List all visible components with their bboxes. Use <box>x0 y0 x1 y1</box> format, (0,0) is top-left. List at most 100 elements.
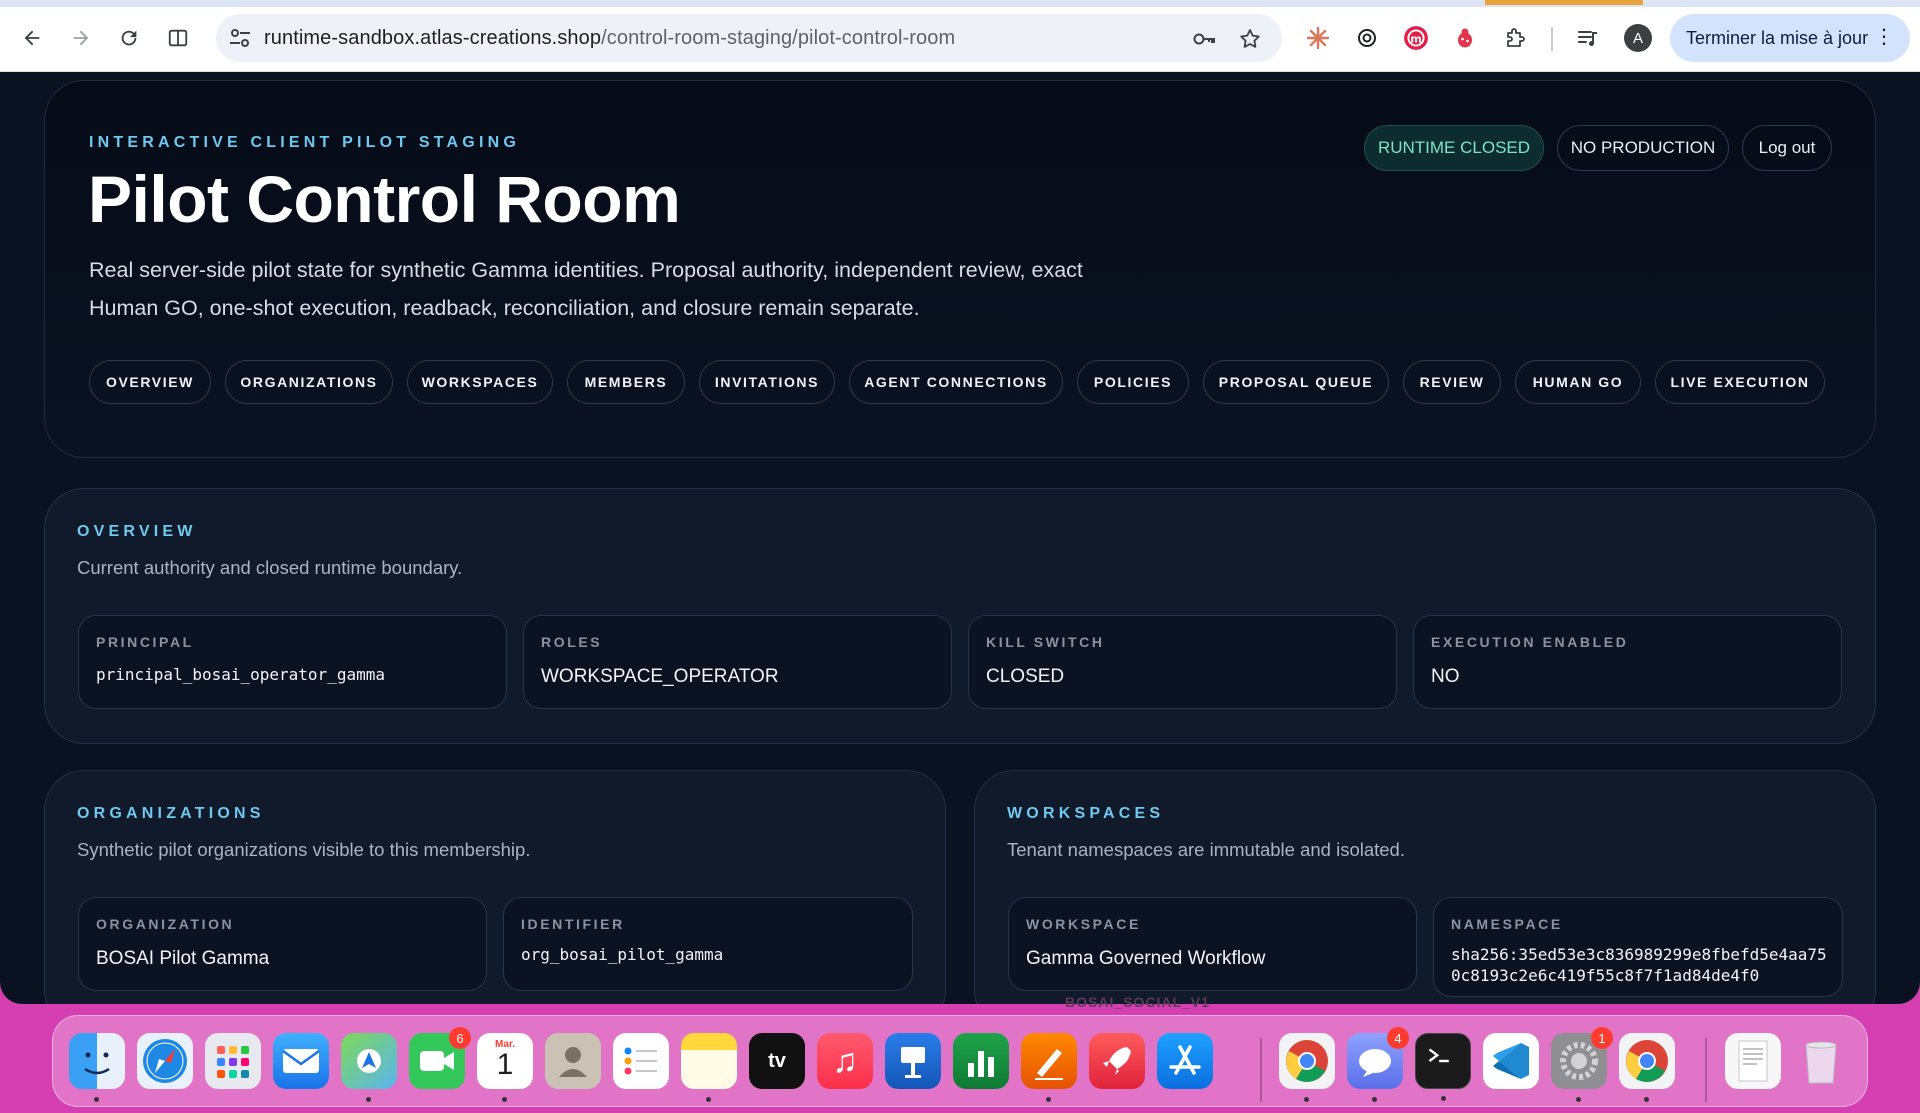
tab-organizations[interactable]: ORGANIZATIONS <box>225 360 393 404</box>
card-label: NAMESPACE <box>1451 916 1563 932</box>
tab-overview[interactable]: OVERVIEW <box>89 360 211 404</box>
runtime-status-badge: RUNTIME CLOSED <box>1364 125 1544 171</box>
chrome-icon[interactable] <box>1279 1033 1335 1102</box>
calendar-day: 1 <box>496 1047 514 1081</box>
media-queue-icon[interactable] <box>1574 24 1602 52</box>
tab-invitations[interactable]: INVITATIONS <box>699 360 835 404</box>
profile-avatar[interactable]: A <box>1624 24 1652 52</box>
url-text: runtime-sandbox.atlas-creations.shop/con… <box>264 27 955 50</box>
organizations-title: ORGANIZATIONS <box>77 805 265 822</box>
tab-policies[interactable]: POLICIES <box>1077 360 1189 404</box>
openai-extension-icon[interactable] <box>1353 24 1381 52</box>
card-label: EXECUTION ENABLED <box>1431 634 1629 650</box>
tab-live-execution[interactable]: LIVE EXECUTION <box>1655 360 1825 404</box>
roles-card: ROLES WORKSPACE_OPERATOR <box>523 615 952 709</box>
url-host: runtime-sandbox.atlas-creations.shop <box>264 27 602 49</box>
numbers-icon[interactable] <box>953 1033 1009 1089</box>
more-menu-icon[interactable]: ⋮ <box>1874 27 1894 47</box>
card-value: sha256:35ed53e3c836989299e8fbefd5e4aa750… <box>1451 945 1827 985</box>
pages-icon[interactable] <box>1021 1033 1077 1102</box>
page-title: Pilot Control Room <box>88 162 681 236</box>
trash-icon[interactable] <box>1793 1033 1849 1089</box>
app-store-icon[interactable] <box>1157 1033 1213 1089</box>
document-icon[interactable] <box>1725 1033 1781 1089</box>
workspaces-title: WORKSPACES <box>1007 805 1165 822</box>
reminders-icon[interactable] <box>613 1033 669 1089</box>
active-tab-indicator <box>1485 0 1643 5</box>
running-indicator <box>1372 1097 1377 1102</box>
card-value: BOSAI Pilot Gamma <box>96 948 270 969</box>
terminal-icon[interactable] <box>1415 1033 1471 1101</box>
production-status-badge: NO PRODUCTION <box>1557 125 1729 171</box>
extensions-puzzle-icon[interactable] <box>1501 24 1529 52</box>
running-indicator <box>366 1097 371 1102</box>
organizations-panel: ORGANIZATIONS Synthetic pilot organizati… <box>44 770 946 1004</box>
rocket-app-icon[interactable] <box>1089 1033 1145 1089</box>
section-tabs: OVERVIEW ORGANIZATIONS WORKSPACES MEMBER… <box>89 360 1839 406</box>
finish-update-button[interactable]: Terminer la mise à jour ⋮ <box>1670 14 1910 62</box>
macos-dock: 6 Mar. 1 tv ♫ 4 1 <box>52 1015 1868 1107</box>
organization-card: ORGANIZATION BOSAI Pilot Gamma <box>78 897 487 991</box>
hero-header: INTERACTIVE CLIENT PILOT STAGING Pilot C… <box>44 80 1876 458</box>
notification-badge: 1 <box>1591 1027 1613 1049</box>
running-indicator <box>1644 1097 1649 1102</box>
namespace-card: NAMESPACE sha256:35ed53e3c836989299e8fbe… <box>1433 897 1843 997</box>
kill-switch-card: KILL SWITCH CLOSED <box>968 615 1397 709</box>
page-content: INTERACTIVE CLIENT PILOT STAGING Pilot C… <box>0 72 1920 1004</box>
vscode-icon[interactable] <box>1483 1033 1539 1089</box>
reload-icon[interactable] <box>113 22 145 54</box>
mail-icon[interactable] <box>273 1033 329 1089</box>
logout-button[interactable]: Log out <box>1742 125 1832 171</box>
back-icon[interactable] <box>16 22 48 54</box>
workspaces-panel: WORKSPACES Tenant namespaces are immutab… <box>974 770 1876 1004</box>
tab-agent-connections[interactable]: AGENT CONNECTIONS <box>849 360 1063 404</box>
card-label: PRINCIPAL <box>96 634 194 650</box>
chat-app-icon[interactable]: 4 <box>1347 1027 1409 1102</box>
tab-review[interactable]: REVIEW <box>1403 360 1501 404</box>
music-icon[interactable]: ♫ <box>817 1033 873 1089</box>
chrome-profile-icon[interactable] <box>1619 1033 1675 1102</box>
site-settings-icon[interactable] <box>228 27 252 49</box>
safari-icon[interactable] <box>137 1033 193 1089</box>
system-settings-icon[interactable]: 1 <box>1551 1027 1613 1102</box>
notes-icon[interactable] <box>681 1033 737 1102</box>
address-bar[interactable]: runtime-sandbox.atlas-creations.shop/con… <box>216 14 1282 62</box>
running-indicator <box>706 1097 711 1102</box>
launchpad-icon[interactable] <box>205 1033 261 1089</box>
card-label: ROLES <box>541 634 603 650</box>
notification-badge: 6 <box>449 1027 471 1049</box>
tab-workspaces[interactable]: WORKSPACES <box>407 360 553 404</box>
toolbar-divider <box>1551 27 1553 51</box>
card-label: ORGANIZATION <box>96 916 235 932</box>
forward-icon[interactable] <box>65 22 97 54</box>
running-indicator <box>1046 1097 1051 1102</box>
background-window-text: BOSAI_SOCIAL_V1 <box>1065 994 1210 1010</box>
card-value: NO <box>1431 666 1460 687</box>
execution-enabled-card: EXECUTION ENABLED NO <box>1413 615 1842 709</box>
overview-panel: OVERVIEW Current authority and closed ru… <box>44 488 1876 744</box>
tab-human-go[interactable]: HUMAN GO <box>1515 360 1641 404</box>
claude-extension-icon[interactable] <box>1304 24 1332 52</box>
contacts-icon[interactable] <box>545 1033 601 1089</box>
card-value: org_bosai_pilot_gamma <box>521 945 724 964</box>
m-extension-icon[interactable]: m <box>1402 24 1430 52</box>
tab-proposal-queue[interactable]: PROPOSAL QUEUE <box>1203 360 1389 404</box>
tab-members[interactable]: MEMBERS <box>567 360 685 404</box>
apple-tv-icon[interactable]: tv <box>749 1033 805 1089</box>
bug-extension-icon[interactable] <box>1451 24 1479 52</box>
maps-icon[interactable] <box>341 1033 397 1102</box>
identifier-card: IDENTIFIER org_bosai_pilot_gamma <box>503 897 913 991</box>
svg-text:m: m <box>1410 32 1421 45</box>
principal-card: PRINCIPAL principal_bosai_operator_gamma <box>78 615 507 709</box>
facetime-icon[interactable]: 6 <box>409 1027 471 1089</box>
calendar-icon[interactable]: Mar. 1 <box>477 1033 533 1102</box>
bookmark-star-icon[interactable] <box>1238 27 1262 51</box>
workspaces-subtitle: Tenant namespaces are immutable and isol… <box>1007 839 1405 860</box>
split-view-icon[interactable] <box>162 22 194 54</box>
card-value: WORKSPACE_OPERATOR <box>541 666 779 687</box>
card-value: principal_bosai_operator_gamma <box>96 665 385 684</box>
password-key-icon[interactable] <box>1192 27 1216 51</box>
finder-icon[interactable] <box>69 1033 125 1102</box>
card-label: IDENTIFIER <box>521 916 625 932</box>
keynote-icon[interactable] <box>885 1033 941 1089</box>
